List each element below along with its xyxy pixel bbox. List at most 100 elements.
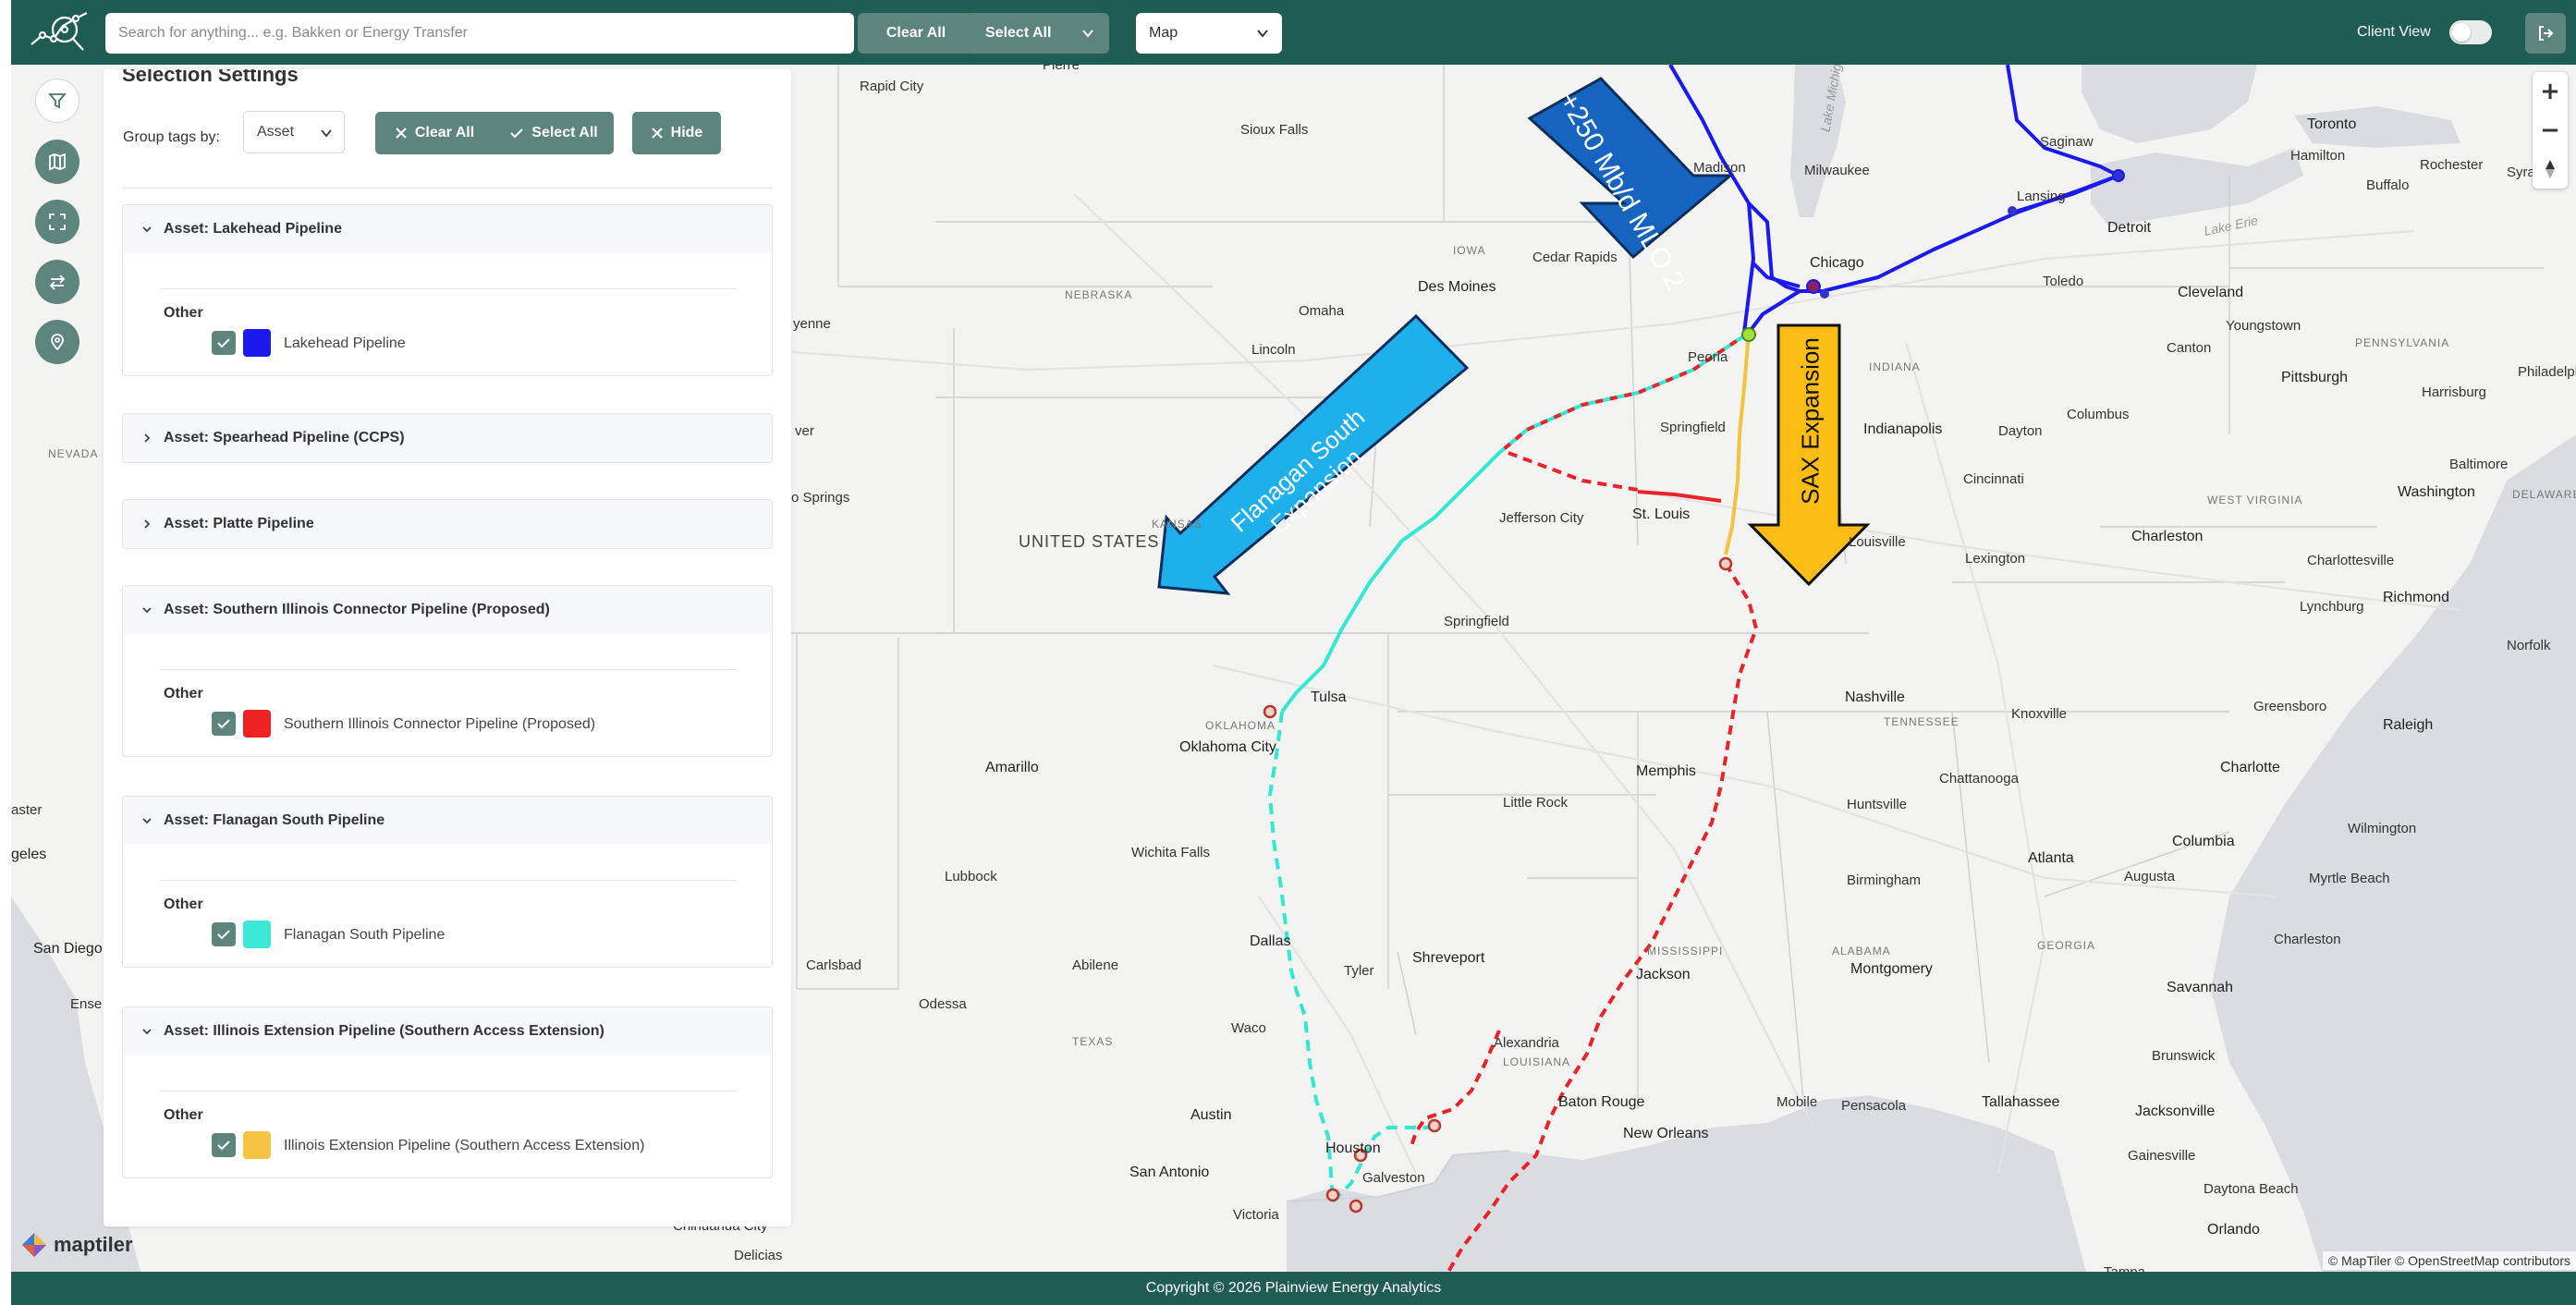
- panel-hide-button[interactable]: Hide: [632, 112, 721, 154]
- map-layers-button[interactable]: [35, 140, 79, 184]
- map-label: San Diego: [33, 941, 103, 957]
- map-label: Victoria: [1233, 1207, 1279, 1223]
- panel-select-all-button[interactable]: Select All: [494, 112, 614, 154]
- map-label: Norfolk: [2507, 638, 2551, 653]
- map-label: ALABAMA: [1832, 945, 1891, 957]
- map-label: TEXAS: [1072, 1035, 1114, 1048]
- logo-icon[interactable]: [28, 9, 92, 55]
- map-label: Saginaw: [2040, 134, 2094, 150]
- select-all-label: Select All: [985, 25, 1052, 41]
- color-swatch[interactable]: [243, 1131, 271, 1159]
- category-label: Other: [164, 896, 203, 912]
- filter-button[interactable]: [35, 79, 79, 123]
- clear-all-button[interactable]: Clear All: [858, 13, 974, 54]
- item-label: Illinois Extension Pipeline (Southern Ac…: [284, 1138, 645, 1153]
- panel-clear-all-button[interactable]: Clear All: [375, 112, 494, 154]
- chevron-down-icon: [1082, 30, 1093, 38]
- map-label: Little Rock: [1503, 795, 1569, 811]
- map-label: Orlando: [2207, 1222, 2260, 1238]
- divider: [160, 288, 737, 289]
- map-label: Mobile: [1776, 1094, 1818, 1110]
- color-swatch[interactable]: [243, 710, 271, 738]
- map-label: KANSAS: [1152, 518, 1203, 531]
- map-label: PENNSYLVANIA: [2355, 336, 2450, 349]
- asset-group-lakehead: Asset: Lakehead Pipeline Other Lakehead …: [122, 204, 773, 376]
- maptiler-logo-icon: [22, 1233, 46, 1257]
- map-label: Charlotte: [2220, 760, 2280, 775]
- map-label: Shreveport: [1412, 950, 1485, 966]
- asset-group-header[interactable]: Asset: Lakehead Pipeline: [123, 205, 772, 253]
- map-label: Charleston: [2131, 529, 2204, 544]
- item-checkbox[interactable]: [212, 712, 236, 736]
- map-label: Raleigh: [2383, 717, 2434, 733]
- zoom-controls: + −: [2533, 72, 2568, 189]
- asset-group-header[interactable]: Asset: Flanagan South Pipeline: [123, 797, 772, 845]
- sax-annotation: SAX Expansion: [1796, 337, 1825, 505]
- map-label: Gainesville: [2128, 1148, 2196, 1164]
- asset-group-southern-illinois: Asset: Southern Illinois Connector Pipel…: [122, 585, 773, 757]
- item-label: Lakehead Pipeline: [284, 335, 406, 351]
- map-label: Buffalo: [2366, 177, 2410, 193]
- map-label: Omaha: [1299, 303, 1345, 319]
- asset-group-title: Asset: Lakehead Pipeline: [164, 221, 342, 237]
- map-label: New Orleans: [1623, 1126, 1709, 1141]
- check-icon: [217, 1140, 230, 1151]
- color-swatch[interactable]: [243, 921, 271, 948]
- zoom-out-button[interactable]: −: [2533, 111, 2568, 150]
- location-button[interactable]: [35, 320, 79, 364]
- swap-button[interactable]: [35, 260, 79, 304]
- map-label: Jacksonville: [2135, 1104, 2216, 1119]
- map-attribution[interactable]: © MapTiler © OpenStreetMap contributors: [2322, 1251, 2576, 1270]
- asset-group-spearhead: Asset: Spearhead Pipeline (CCPS): [122, 413, 773, 463]
- item-checkbox[interactable]: [212, 331, 236, 355]
- map-label: geles: [11, 847, 47, 862]
- map-label: Austin: [1190, 1107, 1232, 1123]
- map-label: Springfield: [1660, 420, 1726, 435]
- view-select[interactable]: Map: [1136, 13, 1282, 54]
- map-label: yenne: [793, 316, 831, 332]
- category-label: Other: [164, 305, 203, 321]
- fullscreen-button[interactable]: [35, 200, 79, 244]
- map-label: Rochester: [2420, 157, 2484, 173]
- map-label: Charleston: [2274, 932, 2341, 947]
- footer: Copyright © 2026 Plainview Energy Analyt…: [11, 1272, 2576, 1305]
- panel-select-all-label: Select All: [531, 125, 598, 140]
- chevron-down-icon: [142, 226, 152, 233]
- asset-group-header[interactable]: Asset: Spearhead Pipeline (CCPS): [123, 414, 772, 462]
- map-label: Waco: [1231, 1020, 1266, 1036]
- asset-group-illinois-extension: Asset: Illinois Extension Pipeline (Sout…: [122, 1006, 773, 1178]
- client-view-label: Client View: [2357, 24, 2431, 40]
- map-label: Philadelphi: [2518, 364, 2576, 380]
- map-label: Cleveland: [2178, 285, 2244, 300]
- search-input[interactable]: [105, 13, 854, 54]
- logout-button[interactable]: [2525, 13, 2566, 54]
- item-checkbox[interactable]: [212, 1133, 236, 1157]
- map-label: Pierre: [1043, 65, 1080, 73]
- map-label: Milwaukee: [1804, 163, 1870, 178]
- map-label: Tyler: [1344, 963, 1374, 979]
- fullscreen-icon: [49, 213, 66, 230]
- map-label: Knoxville: [2011, 706, 2068, 722]
- asset-group-body: Other Lakehead Pipeline: [123, 253, 772, 375]
- item-checkbox[interactable]: [212, 922, 236, 946]
- maptiler-logo[interactable]: maptiler: [20, 1231, 133, 1259]
- asset-group-header[interactable]: Asset: Southern Illinois Connector Pipel…: [123, 586, 772, 634]
- chevron-down-icon: [142, 1029, 152, 1035]
- client-view-toggle[interactable]: [2449, 20, 2492, 44]
- select-all-dropdown[interactable]: Select All: [967, 13, 1109, 54]
- asset-group-header[interactable]: Asset: Illinois Extension Pipeline (Sout…: [123, 1007, 772, 1055]
- asset-group-header[interactable]: Asset: Platte Pipeline: [123, 500, 772, 548]
- zoom-in-button[interactable]: +: [2533, 72, 2568, 111]
- panel-title: Selection Settings: [122, 69, 299, 86]
- clear-all-label: Clear All: [885, 25, 946, 41]
- divider: [160, 669, 737, 670]
- swap-icon: [49, 274, 66, 290]
- map-label: Peoria: [1688, 349, 1728, 365]
- filter-icon: [48, 93, 67, 109]
- item-label: Southern Illinois Connector Pipeline (Pr…: [284, 716, 596, 732]
- color-swatch[interactable]: [243, 329, 271, 357]
- map-label: Greensboro: [2253, 699, 2327, 714]
- toggle-knob: [2452, 23, 2471, 42]
- group-by-select[interactable]: Asset: [243, 111, 345, 153]
- compass-button[interactable]: [2533, 150, 2568, 189]
